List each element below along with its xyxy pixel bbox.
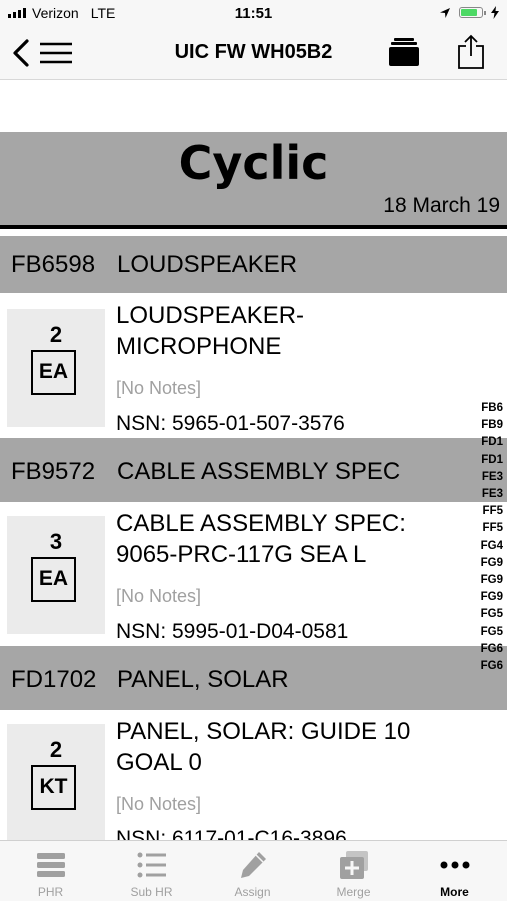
status-bar: Verizon LTE 11:51 xyxy=(0,0,507,28)
bullet-list-icon xyxy=(137,852,166,878)
desc-line-2: 9065-PRC-117G SEA L xyxy=(116,541,367,568)
section-code: FB9572 xyxy=(11,458,96,485)
nav-bar: UIC FW WH05B2 xyxy=(0,28,507,80)
battery-icon xyxy=(459,7,486,18)
item-notes: [No Notes] xyxy=(116,586,202,606)
unit-label: EA xyxy=(31,557,76,602)
list-item[interactable]: 2 KT PANEL, SOLAR: GUIDE 10 GOAL 0 [No N… xyxy=(0,710,507,840)
list-item[interactable]: 2 EA LOUDSPEAKER- MICROPHONE [No Notes] … xyxy=(0,293,507,438)
quantity-value: 2 xyxy=(49,322,63,347)
status-right xyxy=(439,6,499,19)
index-item[interactable]: FG6 xyxy=(475,658,503,675)
index-item[interactable]: FG9 xyxy=(475,589,503,606)
section-header[interactable]: FD1702 PANEL, SOLAR xyxy=(0,646,507,710)
section-header[interactable]: FB6598 LOUDSPEAKER xyxy=(0,236,507,293)
section-name: LOUDSPEAKER xyxy=(117,251,298,278)
header-date: 18 March 19 xyxy=(383,194,500,217)
item-notes: [No Notes] xyxy=(116,794,202,814)
index-item[interactable]: FG9 xyxy=(475,555,503,572)
tab-more[interactable]: More xyxy=(404,841,505,901)
stack-icon[interactable] xyxy=(388,36,420,68)
desc-line-1: LOUDSPEAKER- xyxy=(116,302,305,329)
index-item[interactable]: FE3 xyxy=(475,486,503,503)
item-nsn: NSN: 5995-01-D04-0581 xyxy=(116,620,349,643)
unit-label: EA xyxy=(31,350,76,395)
header-divider xyxy=(0,225,507,229)
section-code: FD1702 xyxy=(11,666,97,693)
pencil-icon xyxy=(241,852,266,878)
section-code: FB6598 xyxy=(11,251,96,278)
page-title: Cyclic xyxy=(178,136,329,190)
tab-label: More xyxy=(440,885,469,899)
quantity-box: 2 KT xyxy=(7,724,105,840)
index-item[interactable]: FG6 xyxy=(475,641,503,658)
item-description: PANEL, SOLAR: GUIDE 10 GOAL 0 xyxy=(116,716,476,778)
list-item[interactable]: 3 EA CABLE ASSEMBLY SPEC: 9065-PRC-117G … xyxy=(0,502,507,646)
index-item[interactable]: FG9 xyxy=(475,572,503,589)
item-description: LOUDSPEAKER- MICROPHONE xyxy=(116,300,476,362)
index-item[interactable]: FB6 xyxy=(475,400,503,417)
tab-label: Merge xyxy=(336,885,371,899)
tab-assign[interactable]: Assign xyxy=(202,841,303,901)
index-item[interactable]: FD1 xyxy=(475,452,503,469)
quantity-value: 2 xyxy=(49,737,63,762)
item-description: CABLE ASSEMBLY SPEC: 9065-PRC-117G SEA L xyxy=(116,508,476,570)
share-icon[interactable] xyxy=(456,34,486,70)
location-arrow-icon xyxy=(440,7,450,18)
desc-line-2: GOAL 0 xyxy=(116,749,202,776)
charging-bolt-icon xyxy=(491,6,499,19)
item-nsn: NSN: 6117-01-C16-3896 xyxy=(116,827,347,840)
tab-label: Assign xyxy=(234,885,271,899)
desc-line-1: CABLE ASSEMBLY SPEC: xyxy=(116,510,406,537)
quantity-box: 3 EA xyxy=(7,516,105,634)
tab-sub-hr[interactable]: Sub HR xyxy=(101,841,202,901)
cyclic-header: Cyclic 18 March 19 xyxy=(0,132,507,225)
section-name: CABLE ASSEMBLY SPEC xyxy=(117,458,401,485)
stack-list-icon xyxy=(37,853,65,877)
index-item[interactable]: FG5 xyxy=(475,624,503,641)
section-header[interactable]: FB9572 CABLE ASSEMBLY SPEC xyxy=(0,438,507,502)
index-item[interactable]: FG5 xyxy=(475,606,503,623)
index-item[interactable]: FE3 xyxy=(475,469,503,486)
tab-label: PHR xyxy=(37,885,64,899)
index-item[interactable]: FD1 xyxy=(475,434,503,451)
nav-title: UIC FW WH05B2 xyxy=(174,41,333,63)
index-item[interactable]: FB9 xyxy=(475,417,503,434)
unit-label: KT xyxy=(31,765,76,810)
tab-label: Sub HR xyxy=(130,885,173,899)
section-index[interactable]: FB6 FB9 FD1 FD1 FE3 FE3 FF5 FF5 FG4 FG9 … xyxy=(475,400,503,675)
index-item[interactable]: FF5 xyxy=(475,503,503,520)
desc-line-2: MICROPHONE xyxy=(116,333,282,360)
section-name: PANEL, SOLAR xyxy=(117,666,289,693)
tab-phr[interactable]: PHR xyxy=(0,841,101,901)
quantity-box: 2 EA xyxy=(7,309,105,427)
desc-line-1: PANEL, SOLAR: GUIDE 10 xyxy=(116,718,411,745)
quantity-value: 3 xyxy=(49,529,63,554)
tab-merge[interactable]: Merge xyxy=(303,841,404,901)
merge-plus-icon xyxy=(340,851,368,879)
index-item[interactable]: FG4 xyxy=(475,538,503,555)
item-nsn: NSN: 5965-01-507-3576 xyxy=(116,412,345,435)
index-item[interactable]: FF5 xyxy=(475,520,503,537)
status-time: 11:51 xyxy=(234,5,273,22)
item-notes: [No Notes] xyxy=(116,378,202,398)
tab-bar: PHR Sub HR Assign Merge More xyxy=(0,840,507,901)
more-dots-icon xyxy=(440,861,470,869)
